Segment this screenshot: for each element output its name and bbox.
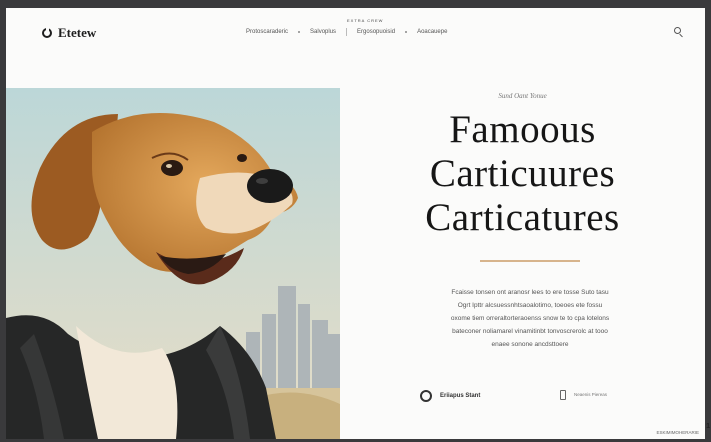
nav-item-2[interactable]: Salvoplus — [310, 29, 336, 35]
author-block[interactable]: Eriiapus Stant — [420, 390, 480, 402]
top-navigation-bar: Etetew EXTRA CREW Protoscaraderic Salvop… — [6, 8, 705, 56]
author-avatar-icon — [420, 390, 432, 402]
main-nav: Protoscaraderic Salvoplus Ergosopuoisid … — [246, 28, 447, 36]
top-label: EXTRA CREW — [347, 18, 384, 23]
title-line-3: Carticatures — [425, 196, 620, 239]
search-icon[interactable] — [674, 27, 681, 34]
eyebrow-text: Sund Oant Yonue — [498, 92, 547, 100]
page-number: 1 — [706, 423, 710, 430]
body-line: oxome tiem orreraltorteraoenss snow te t… — [450, 315, 610, 322]
title-divider — [480, 260, 580, 262]
footer-note: ESKIMIMOHERARIE — [656, 430, 699, 435]
nav-item-1[interactable]: Protoscaraderic — [246, 29, 288, 35]
body-text: Fcaisse tonsen ont aranosr lees to ere t… — [410, 286, 650, 351]
page-title: Famoous Carticuures Carticatures — [340, 108, 705, 240]
author-name: Eriiapus Stant — [440, 393, 481, 399]
body-line: Fcaisse tonsen ont aranosr lees to ere t… — [451, 289, 609, 296]
document-icon — [560, 390, 566, 400]
nav-divider — [346, 28, 348, 36]
meta-block: Neaenis Piereas — [560, 390, 607, 400]
nav-separator — [405, 31, 408, 33]
nav-item-3[interactable]: Ergosopuoisid — [357, 29, 395, 35]
body-line: enaee sonone ancdsttoere — [491, 341, 569, 348]
nav-item-4[interactable]: Aoacauepe — [417, 29, 447, 35]
meta-text: Neaenis Piereas — [574, 392, 608, 397]
hero-image — [6, 88, 340, 439]
logo-text: Etetew — [58, 25, 97, 40]
site-logo[interactable]: Etetew — [42, 25, 96, 41]
body-line: bateconer noliamarel vinamitinbt tonvosc… — [452, 328, 608, 335]
article-panel: Sund Oant Yonue Famoous Carticuures Cart… — [340, 88, 705, 439]
title-line-2: Carticuures — [429, 152, 616, 195]
body-line: Ogrt Ipttr alcsuessnhtsaoalotimo, toeoes… — [457, 302, 603, 309]
nav-separator — [298, 31, 301, 33]
title-line-1: Famoous — [449, 108, 596, 151]
page-frame: Etetew EXTRA CREW Protoscaraderic Salvop… — [6, 8, 705, 439]
logo-icon — [42, 28, 52, 38]
